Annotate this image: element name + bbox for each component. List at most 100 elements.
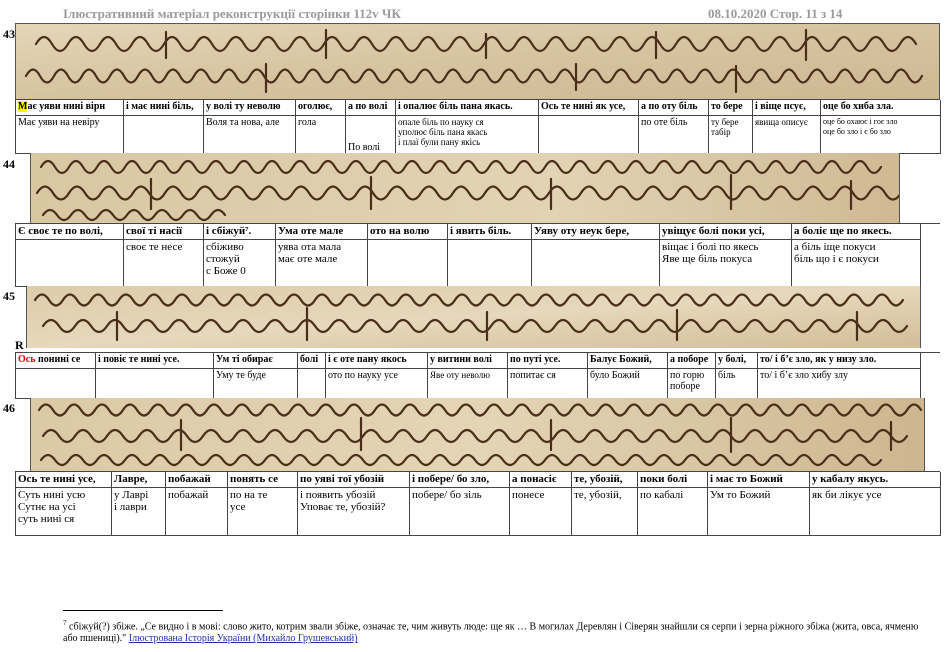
table-cell (532, 240, 660, 287)
table-cell: своє те несе (124, 240, 204, 287)
header-cell: і побере/ бо зло, (410, 472, 510, 488)
table-cell: біль (716, 369, 758, 399)
table-cell: понесе (510, 488, 572, 536)
table-cell: було Божий (588, 369, 668, 399)
table-cell: по кабалі (638, 488, 708, 536)
header-cell: у болі, (716, 353, 758, 369)
table-cell: попитає ся (508, 369, 588, 399)
table-cell (124, 116, 204, 154)
header-cell: то бере (709, 100, 753, 116)
table-cell: Воля та нова, але (204, 116, 296, 154)
header-cell: Є своє те по волі, (16, 224, 124, 240)
header-cell: по уяві тої убозій (298, 472, 410, 488)
table-cell: побажай (166, 488, 228, 536)
header-cell: Ось те нині як усе, (539, 100, 639, 116)
block-number-43: 43 (3, 27, 15, 41)
footnote: 7 сбіжуй(?) збіже. „Се видно і в мові: с… (63, 617, 933, 645)
cell-text: ає уяви нині вірн (27, 101, 106, 112)
header-cell: а по оту біль (639, 100, 709, 116)
table-cell: у Лаврі і лаври (112, 488, 166, 536)
table-cell: сбіживо стожуй с Боже 0 (204, 240, 276, 287)
transcription-table-43: Має уяви нині вірн і має нині біль, у во… (15, 99, 941, 154)
table-cell: то/ і б’є зло хибу злу (758, 369, 921, 399)
table-cell (448, 240, 532, 287)
table-cell: опале біль по науку ся уполює біль пана … (396, 116, 539, 154)
table-cell: Ум то Божий (708, 488, 810, 536)
manuscript-image-44 (30, 153, 900, 223)
transcription-table-45: Ось понині се і повіє те нині усе. Ум ті… (15, 352, 940, 399)
header-cell: у волі ту неволю (204, 100, 296, 116)
table-cell: і появить убозій Уповає те, убозій? (298, 488, 410, 536)
header-cell: болі (298, 353, 326, 369)
document-header-date-page: 08.10.2020 Стор. 11 з 14 (708, 6, 843, 21)
table-cell: Суть нині усю Сутнє на усі суть нині ся (16, 488, 112, 536)
table-cell: а біль іще покуси біль що і є покуси (792, 240, 921, 287)
transcription-table-44: Є своє те по волі, свої ті насії і сбіжу… (15, 223, 940, 287)
header-cell: а поборе (668, 353, 716, 369)
header-cell: Має уяви нині вірн (16, 100, 124, 116)
footnote-number: 7 (63, 619, 67, 627)
header-cell: і має то Божий (708, 472, 810, 488)
cell-text: понині се (38, 354, 81, 365)
block-number-44: 44 (3, 157, 15, 171)
table-cell: Уму те буде (214, 369, 298, 399)
header-cell: те, убозій, (572, 472, 638, 488)
table-cell: ту бере табір (709, 116, 753, 154)
header-cell: оце бо хиба зла. (821, 100, 941, 116)
header-cell: Ума оте мале (276, 224, 368, 240)
table-cell: по горю поборе (668, 369, 716, 399)
header-cell: поки болі (638, 472, 708, 488)
header-cell: ото на волю (368, 224, 448, 240)
header-cell: то/ і б’є зло, як у низу зло. (758, 353, 921, 369)
table-cell: гола (296, 116, 346, 154)
manuscript-image-43 (15, 23, 940, 99)
table-cell: те, убозій, (572, 488, 638, 536)
table-cell: як би лікує усе (810, 488, 941, 536)
table-cell: ото по науку усе (326, 369, 428, 399)
header-cell: Лавре, (112, 472, 166, 488)
table-cell: віщає і болі по якесь Яве ще біль покуса (660, 240, 792, 287)
header-cell: оголює, (296, 100, 346, 116)
header-cell: і явить біль. (448, 224, 532, 240)
table-cell (298, 369, 326, 399)
header-cell: Балує Божий, (588, 353, 668, 369)
table-cell: Яве оту неволю (428, 369, 508, 399)
footnote-source-link[interactable]: Ілюстрована Історія України (Михайло Гру… (129, 633, 358, 644)
header-cell: по путі усе. (508, 353, 588, 369)
header-cell: і має нині біль, (124, 100, 204, 116)
header-cell: у витини волі (428, 353, 508, 369)
table-cell (368, 240, 448, 287)
header-cell: Ум ті обирає (214, 353, 298, 369)
table-cell: По волі (346, 116, 396, 154)
manuscript-image-45 (26, 286, 921, 348)
header-cell: свої ті насії (124, 224, 204, 240)
header-cell: побажай (166, 472, 228, 488)
manuscript-image-46 (30, 398, 925, 471)
block-number-45: 45 (3, 289, 15, 303)
table-cell: Має уяви на невіру (16, 116, 124, 154)
header-cell: понять се (228, 472, 298, 488)
header-cell: Ось те нині усе, (16, 472, 112, 488)
document-header-title: Ілюстративний матеріал реконструкції сто… (63, 6, 401, 21)
table-cell: уява ота мала має оте мале (276, 240, 368, 287)
header-cell: Ось понині се (16, 353, 96, 369)
block-marker-r: R (15, 338, 24, 352)
table-cell: явища описує (753, 116, 821, 154)
table-cell (96, 369, 214, 399)
table-cell: по на те усе (228, 488, 298, 536)
header-cell: а понасіє (510, 472, 572, 488)
header-cell: і віще псує, (753, 100, 821, 116)
table-cell: оце бо охаює і гоє зло оце бо зло і є бо… (821, 116, 941, 154)
header-cell: а по волі (346, 100, 396, 116)
header-cell: а боліє ще по якесь. (792, 224, 921, 240)
transcription-table-46: Ось те нині усе, Лавре, побажай понять с… (15, 471, 941, 536)
header-cell: і сбіжуй⁷. (204, 224, 276, 240)
header-cell: і опалює біль пана якась. (396, 100, 539, 116)
header-cell: Уяву оту неук бере, (532, 224, 660, 240)
table-cell (16, 369, 96, 399)
header-cell: у кабалу якусь. (810, 472, 941, 488)
header-cell: і повіє те нині усе. (96, 353, 214, 369)
header-cell: увіщує болі поки усі, (660, 224, 792, 240)
table-cell (16, 240, 124, 287)
table-cell (539, 116, 639, 154)
